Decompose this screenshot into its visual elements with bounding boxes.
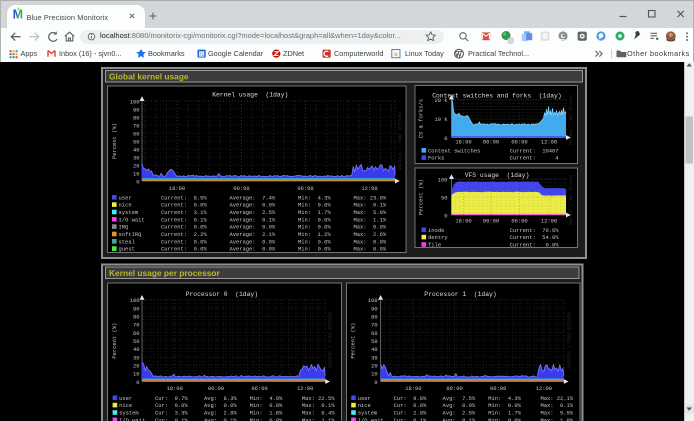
svg-text:Processor 1 (1day): Processor 1 (1day) <box>424 291 496 298</box>
svg-text:Context switches Curre: Context switches Current: 10407 <box>422 147 559 154</box>
svg-text:Kernel usage per processor: Kernel usage per processor <box>109 268 221 278</box>
svg-text:50: 50 <box>133 138 140 145</box>
svg-text:Percent (%): Percent (%) <box>111 123 118 159</box>
svg-text:nice Cur: 0.0% Avg:: nice Cur: 0.0% Avg: 0.0% Min: 0.0% Max: … <box>351 402 574 409</box>
svg-text:Context switches and forks (1: Context switches and forks (1day) <box>432 92 561 99</box>
svg-text:10: 10 <box>133 371 140 378</box>
svg-text:18:00: 18:00 <box>405 385 421 392</box>
svg-text:06:00: 06:00 <box>490 385 506 392</box>
svg-text:lt: lt <box>394 52 398 58</box>
svg-text:steal Current: 0.0%: steal Current: 0.0% Average: 0.0% Min: 0… <box>112 238 387 245</box>
svg-text:system Current: 3.1%: system Current: 3.1% Average: 2.5% Min: … <box>112 209 387 216</box>
svg-text:12:00: 12:00 <box>541 139 557 146</box>
svg-text:0: 0 <box>444 212 447 219</box>
svg-text:18:00: 18:00 <box>169 185 185 192</box>
svg-text:70: 70 <box>371 322 378 329</box>
svg-text:I/O wait Current: 0.1%: I/O wait Current: 0.1% Average: 0.1% Min… <box>112 216 387 223</box>
svg-text:user Cur: 9.7% Avg:: user Cur: 9.7% Avg: 8.3% Min: 4.9% Max: … <box>113 395 336 402</box>
svg-text:06:00: 06:00 <box>511 217 527 224</box>
svg-text:06:00: 06:00 <box>511 139 527 146</box>
svg-text:12:00: 12:00 <box>536 385 552 392</box>
svg-text:60: 60 <box>133 330 140 337</box>
svg-text:RRDTOOL / TOBI OETIKER: RRDTOOL / TOBI OETIKER <box>329 312 334 368</box>
svg-text:40: 40 <box>371 346 378 353</box>
svg-text:inode Curre: inode Current: 70.6% <box>422 227 560 234</box>
svg-text:RRDTOOL / TOBI OETIKER: RRDTOOL / TOBI OETIKER <box>569 174 574 225</box>
svg-text:I/O wait Cur: 0.1% Avg:: I/O wait Cur: 0.1% Avg: 0.1% Min: 0.0% M… <box>351 417 574 421</box>
svg-text:30: 30 <box>133 154 140 161</box>
svg-text:90: 90 <box>371 305 378 312</box>
svg-text:30: 30 <box>133 354 140 361</box>
svg-text:12:00: 12:00 <box>361 185 377 192</box>
svg-text:00:00: 00:00 <box>233 185 249 192</box>
svg-text:0: 0 <box>136 178 139 185</box>
svg-text:Processor 0 (1day): Processor 0 (1day) <box>186 291 258 298</box>
svg-text:06:00: 06:00 <box>251 385 267 392</box>
svg-text:00:00: 00:00 <box>483 217 499 224</box>
svg-text:18:00: 18:00 <box>455 217 471 224</box>
svg-text:30: 30 <box>371 354 378 361</box>
svg-text:10: 10 <box>371 371 378 378</box>
svg-text:40: 40 <box>133 146 140 153</box>
svg-text:12:00: 12:00 <box>297 385 313 392</box>
svg-text:40: 40 <box>133 346 140 353</box>
svg-text:0: 0 <box>136 379 139 386</box>
svg-text:Percent (%): Percent (%) <box>111 323 118 359</box>
svg-text:0: 0 <box>444 135 447 142</box>
svg-text:70: 70 <box>133 122 140 129</box>
svg-text:100: 100 <box>368 297 378 304</box>
svg-text:12:00: 12:00 <box>541 217 557 224</box>
svg-text:file Curre: file Current: 0.0% <box>422 242 560 249</box>
svg-text:user Cur: 9.0% Avg:: user Cur: 9.0% Avg: 7.5% Min: 4.3% Max: … <box>351 395 574 402</box>
svg-text:80: 80 <box>133 313 140 320</box>
svg-text:0: 0 <box>374 379 377 386</box>
svg-text:user Current: 8.5%: user Current: 8.5% Average: 7.4% Min: 4.… <box>112 194 387 201</box>
svg-text:dentry Curre: dentry Current: 54.0% <box>422 234 560 241</box>
svg-text:nice Cur: 0.0% Avg:: nice Cur: 0.0% Avg: 0.0% Min: 0.0% Max: … <box>113 402 336 409</box>
svg-text:70: 70 <box>133 322 140 329</box>
svg-text:90: 90 <box>133 106 140 113</box>
svg-text:nice Current: 0.0%: nice Current: 0.0% Average: 0.0% Min: 0.… <box>112 202 387 209</box>
svg-text:50: 50 <box>133 338 140 345</box>
svg-text:60: 60 <box>371 330 378 337</box>
svg-text:10: 10 <box>133 170 140 177</box>
svg-text:I/O wait Cur: 0.1% Avg:: I/O wait Cur: 0.1% Avg: 0.1% Min: 0.0% M… <box>113 417 336 421</box>
svg-text:60: 60 <box>133 130 140 137</box>
svg-text:Kernel usage (1day): Kernel usage (1day) <box>212 92 288 99</box>
svg-text:VFS usage (1day): VFS usage (1day) <box>465 172 530 179</box>
svg-text:80: 80 <box>371 313 378 320</box>
svg-text:06:00: 06:00 <box>297 185 313 192</box>
svg-text:20: 20 <box>371 363 378 370</box>
svg-text:18:00: 18:00 <box>167 385 183 392</box>
svg-text:18:00: 18:00 <box>455 139 471 146</box>
svg-text:Percent (%): Percent (%) <box>350 323 357 359</box>
svg-text:IRQ Current: 0.0%: IRQ Current: 0.0% Average: 0.0% Min: 0.0… <box>112 224 387 231</box>
svg-text:system Cur: 2.9% Avg:: system Cur: 2.9% Avg: 2.5% Min: 1.7% Max… <box>351 410 574 417</box>
svg-text:00:00: 00:00 <box>446 385 462 392</box>
svg-text:31: 31 <box>199 52 205 57</box>
svg-text:80: 80 <box>133 114 140 121</box>
svg-text:10 k: 10 k <box>434 116 447 123</box>
svg-text:50: 50 <box>371 338 378 345</box>
svg-text:Percent (%): Percent (%) <box>418 179 425 215</box>
svg-text:RRDTOOL / TOBI OETIKER: RRDTOOL / TOBI OETIKER <box>568 312 573 368</box>
svg-text:CS & forks/s: CS & forks/s <box>418 99 425 138</box>
svg-text:RRDTOOL / TOBI OETIKER: RRDTOOL / TOBI OETIKER <box>399 112 404 170</box>
svg-text:100: 100 <box>438 176 448 183</box>
svg-text:20: 20 <box>133 162 140 169</box>
svg-text:Forks Curre: Forks Current: 4 <box>422 155 559 162</box>
svg-text:softIRQ Current: 2.2%: softIRQ Current: 2.2% Average: 2.1% Min:… <box>112 231 387 238</box>
svg-text:20: 20 <box>133 363 140 370</box>
svg-text:100: 100 <box>130 297 140 304</box>
svg-text:50: 50 <box>441 194 448 201</box>
svg-text:Global kernel usage: Global kernel usage <box>109 72 189 82</box>
svg-text:guest Current: 0.0%: guest Current: 0.0% Average: 0.0% Min: 0… <box>112 246 387 253</box>
svg-text:system Cur: 3.3% Avg:: system Cur: 3.3% Avg: 2.8% Min: 1.8% Max… <box>113 410 336 417</box>
svg-text:00:00: 00:00 <box>208 385 224 392</box>
svg-text:00:00: 00:00 <box>483 139 499 146</box>
svg-text:90: 90 <box>133 305 140 312</box>
svg-text:100: 100 <box>130 98 140 105</box>
